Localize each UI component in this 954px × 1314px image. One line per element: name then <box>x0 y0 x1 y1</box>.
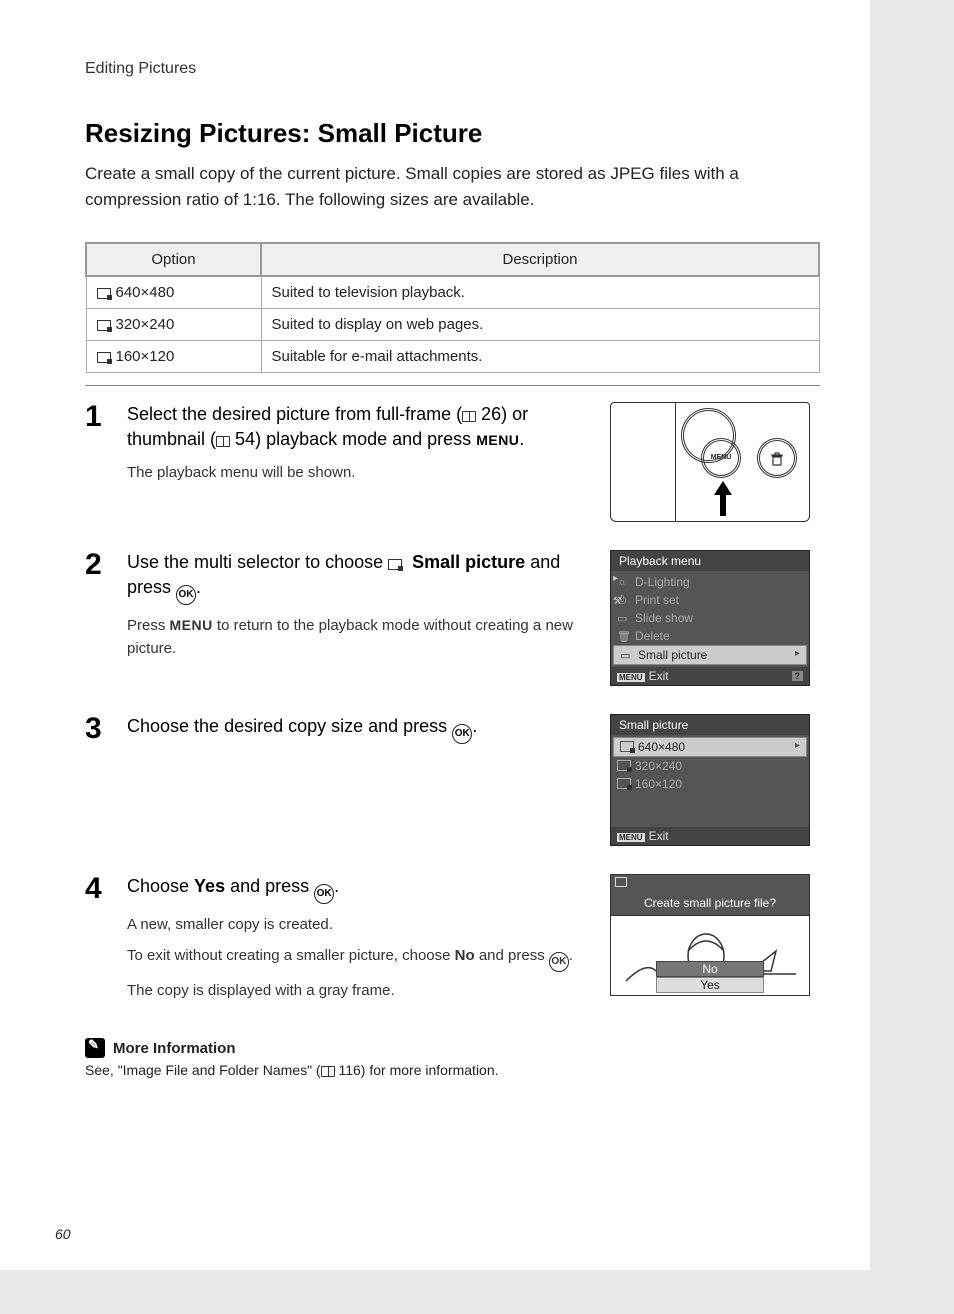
more-information-section: More Information See, "Image File and Fo… <box>85 1038 820 1078</box>
menu-button-icon: MENU <box>701 438 741 478</box>
step-figure: Create small picture file? No Yes <box>610 874 820 1010</box>
option-label: 320×240 <box>116 316 175 333</box>
size-option-160: 160×120 <box>611 775 809 793</box>
size-icon <box>617 760 631 771</box>
option-desc: Suited to television playback. <box>261 276 819 309</box>
table-row: 640×480 Suited to television playback. <box>86 276 819 309</box>
step-figure: Playback menu ▸ ⚒ ☼D-Lighting ⎙Print set… <box>610 550 820 686</box>
option-desc: Suitable for e-mail attachments. <box>261 341 819 373</box>
step-2: 2 Use the multi selector to choose Small… <box>85 550 820 686</box>
slideshow-icon: ▭ <box>617 612 627 625</box>
page-title: Resizing Pictures: Small Picture <box>85 118 820 149</box>
table-row: 320×240 Suited to display on web pages. <box>86 309 819 341</box>
size-option-320: 320×240 <box>611 757 809 775</box>
step-title: Use the multi selector to choose Small p… <box>127 550 596 605</box>
menu-label: MENU <box>170 617 213 633</box>
lcd-confirm-dialog: Create small picture file? No Yes <box>610 874 810 996</box>
more-info-heading: More Information <box>113 1040 236 1057</box>
page-ref-icon <box>321 1066 335 1077</box>
ok-button-icon: OK <box>549 952 569 972</box>
size-icon <box>620 741 634 752</box>
arrow-up-icon <box>714 481 732 495</box>
preview-image: No Yes <box>611 915 809 995</box>
confirm-no-option: No <box>656 961 764 977</box>
step-title: Select the desired picture from full-fra… <box>127 402 596 452</box>
step-figure: Small picture 640×480 320×240 160×120 ME… <box>610 714 820 846</box>
step-desc: The playback menu will be shown. <box>127 462 596 485</box>
step-figure: MENU <box>610 402 820 522</box>
menu-box-icon: MENU <box>617 833 645 842</box>
step-3: 3 Choose the desired copy size and press… <box>85 714 820 846</box>
lcd-title: Playback menu <box>611 551 809 571</box>
small-picture-icon: ▭ <box>620 649 630 662</box>
menu-item-delete: 🗑Delete <box>611 627 809 645</box>
delete-button-icon <box>757 438 797 478</box>
intro-paragraph: Create a small copy of the current pictu… <box>85 161 820 212</box>
step-title: Choose the desired copy size and press O… <box>127 714 596 744</box>
more-info-body: See, "Image File and Folder Names" ( 116… <box>85 1062 820 1078</box>
table-row: 160×120 Suitable for e-mail attachments. <box>86 341 819 373</box>
trash-icon: 🗑 <box>617 630 631 643</box>
step-number: 1 <box>85 402 127 522</box>
size-icon <box>97 320 111 331</box>
page-ref-icon <box>462 411 476 422</box>
ok-button-icon: OK <box>176 585 196 605</box>
size-icon <box>617 778 631 789</box>
step-1: 1 Select the desired picture from full-f… <box>85 402 820 522</box>
lcd-playback-menu: Playback menu ▸ ⚒ ☼D-Lighting ⎙Print set… <box>610 550 810 686</box>
confirm-yes-option: Yes <box>656 977 764 993</box>
step-desc: To exit without creating a smaller pictu… <box>127 945 596 972</box>
menu-item-printset: ⎙Print set <box>611 591 809 609</box>
option-label: 640×480 <box>116 284 175 301</box>
breadcrumb: Editing Pictures <box>85 60 820 78</box>
step-number: 3 <box>85 714 127 846</box>
menu-item-smallpicture: ▭Small picture <box>613 645 807 665</box>
size-option-640: 640×480 <box>613 737 807 757</box>
confirm-question: Create small picture file? <box>611 891 809 915</box>
option-desc: Suited to display on web pages. <box>261 309 819 341</box>
table-header-option: Option <box>86 243 261 276</box>
lcd-small-picture-menu: Small picture 640×480 320×240 160×120 ME… <box>610 714 810 846</box>
help-icon: ? <box>792 671 804 681</box>
size-icon <box>97 352 111 363</box>
step-desc: A new, smaller copy is created. <box>127 914 596 937</box>
small-picture-icon <box>615 877 627 887</box>
table-header-description: Description <box>261 243 819 276</box>
page-number: 60 <box>55 1226 71 1242</box>
divider <box>85 385 820 386</box>
step-desc: Press MENU to return to the playback mod… <box>127 615 596 660</box>
size-icon <box>97 288 111 299</box>
lcd-title: Small picture <box>611 715 809 735</box>
lcd-footer: MENUExit <box>611 827 809 845</box>
camera-back-illustration: MENU <box>610 402 810 522</box>
step-number: 4 <box>85 874 127 1010</box>
menu-item-slideshow: ▭Slide show <box>611 609 809 627</box>
step-title: Choose Yes and press OK. <box>127 874 596 904</box>
step-4: 4 Choose Yes and press OK. A new, smalle… <box>85 874 820 1010</box>
step-desc: The copy is displayed with a gray frame. <box>127 980 596 1003</box>
size-options-table: Option Description 640×480 Suited to tel… <box>85 242 820 373</box>
small-picture-icon <box>388 559 402 570</box>
ok-button-icon: OK <box>314 884 334 904</box>
dlighting-icon: ☼ <box>617 576 627 588</box>
note-icon <box>85 1038 105 1058</box>
menu-label: MENU <box>476 432 519 448</box>
manual-page: Editing Pictures Resizing Pictures: Smal… <box>0 0 870 1270</box>
lcd-footer: MENUExit ? <box>611 667 809 685</box>
step-number: 2 <box>85 550 127 686</box>
ok-button-icon: OK <box>452 724 472 744</box>
menu-box-icon: MENU <box>617 673 645 682</box>
option-label: 160×120 <box>116 348 175 365</box>
print-icon: ⎙ <box>617 594 626 607</box>
menu-item-dlighting: ☼D-Lighting <box>611 573 809 591</box>
page-ref-icon <box>216 436 230 447</box>
